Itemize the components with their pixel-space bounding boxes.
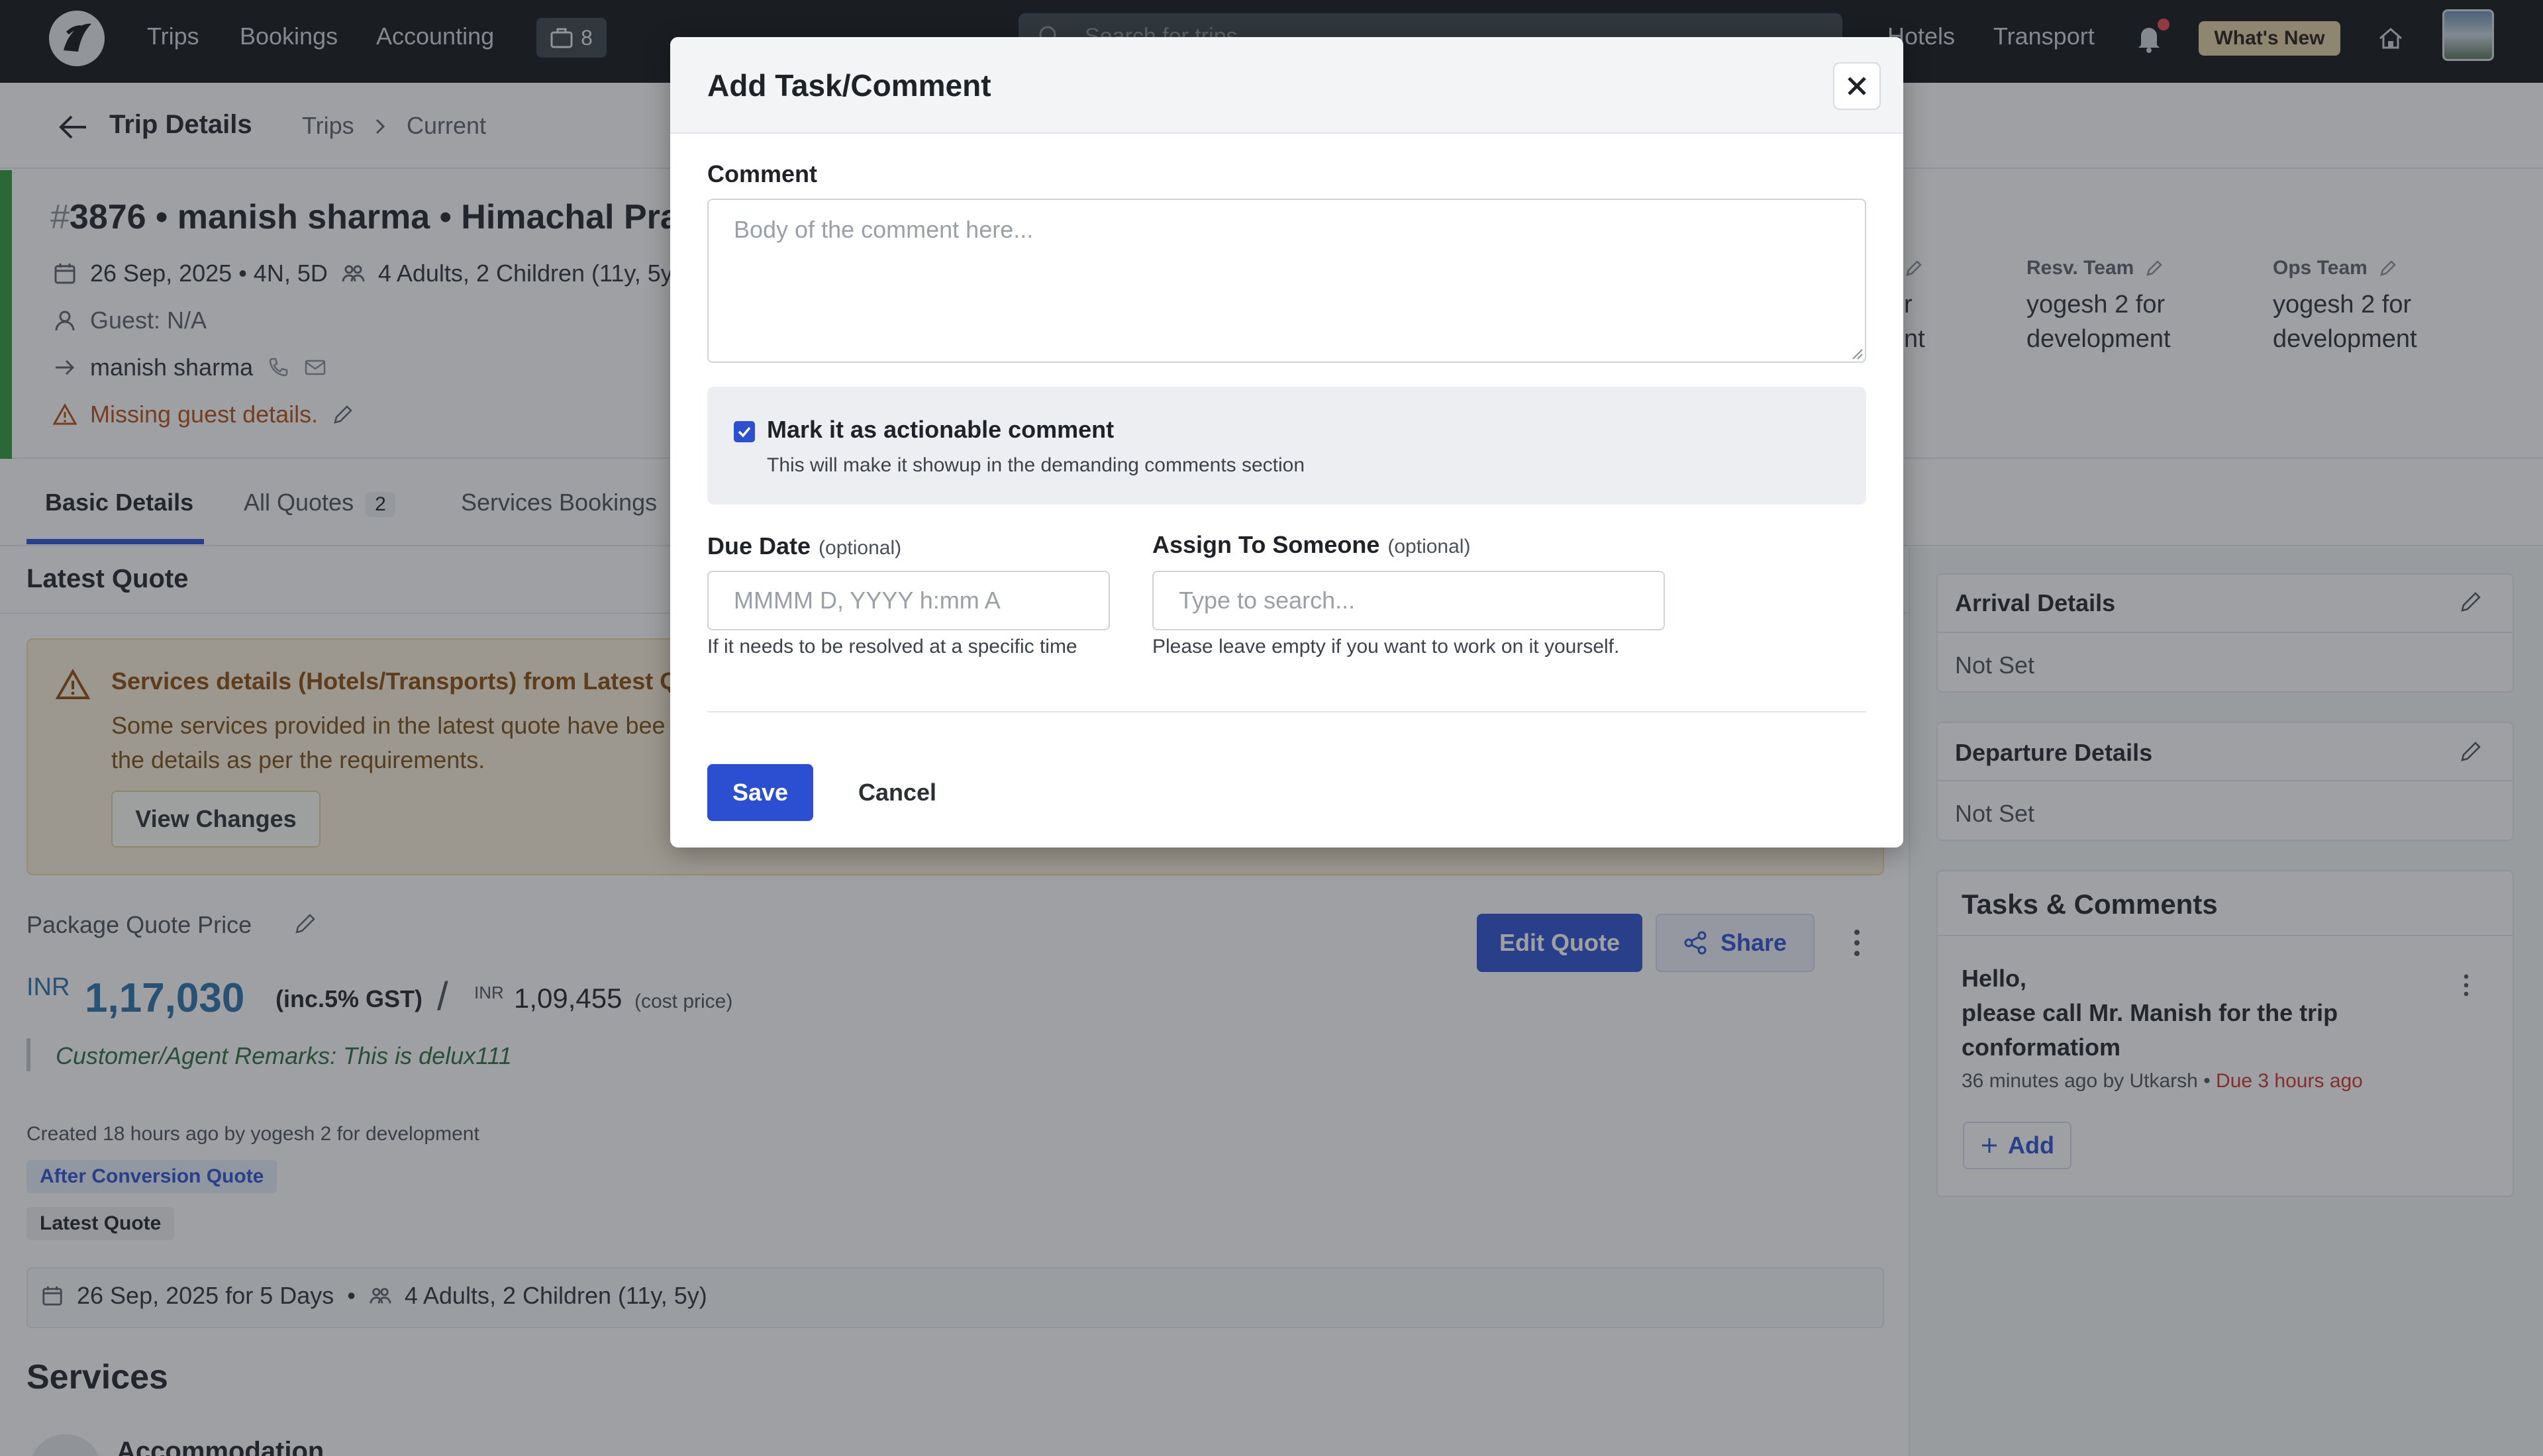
cancel-button[interactable]: Cancel	[841, 764, 954, 821]
comment-label: Comment	[707, 160, 817, 188]
close-button[interactable]	[1833, 62, 1881, 110]
due-date-optional: (optional)	[819, 537, 901, 559]
modal-title: Add Task/Comment	[707, 68, 991, 103]
add-task-comment-modal: Add Task/Comment Comment Mark it as acti…	[670, 37, 1903, 848]
save-button[interactable]: Save	[707, 764, 813, 821]
assign-search-input[interactable]	[1152, 571, 1665, 630]
assign-help: Please leave empty if you want to work o…	[1152, 636, 1619, 658]
close-icon	[1845, 74, 1869, 98]
assign-label: Assign To Someone(optional)	[1152, 531, 1470, 559]
actionable-option-panel	[707, 387, 1866, 505]
actionable-checkbox[interactable]	[734, 421, 755, 442]
modal-divider	[707, 711, 1866, 712]
due-date-label: Due Date(optional)	[707, 532, 901, 560]
assign-optional: (optional)	[1387, 536, 1470, 558]
actionable-help: This will make it showup in the demandin…	[767, 454, 1305, 477]
comment-textarea[interactable]	[707, 199, 1866, 363]
actionable-label[interactable]: Mark it as actionable comment	[767, 416, 1114, 444]
due-date-input[interactable]	[707, 571, 1110, 630]
check-icon	[736, 424, 752, 440]
resize-grip-icon[interactable]	[1852, 348, 1864, 360]
due-date-help: If it needs to be resolved at a specific…	[707, 636, 1077, 658]
